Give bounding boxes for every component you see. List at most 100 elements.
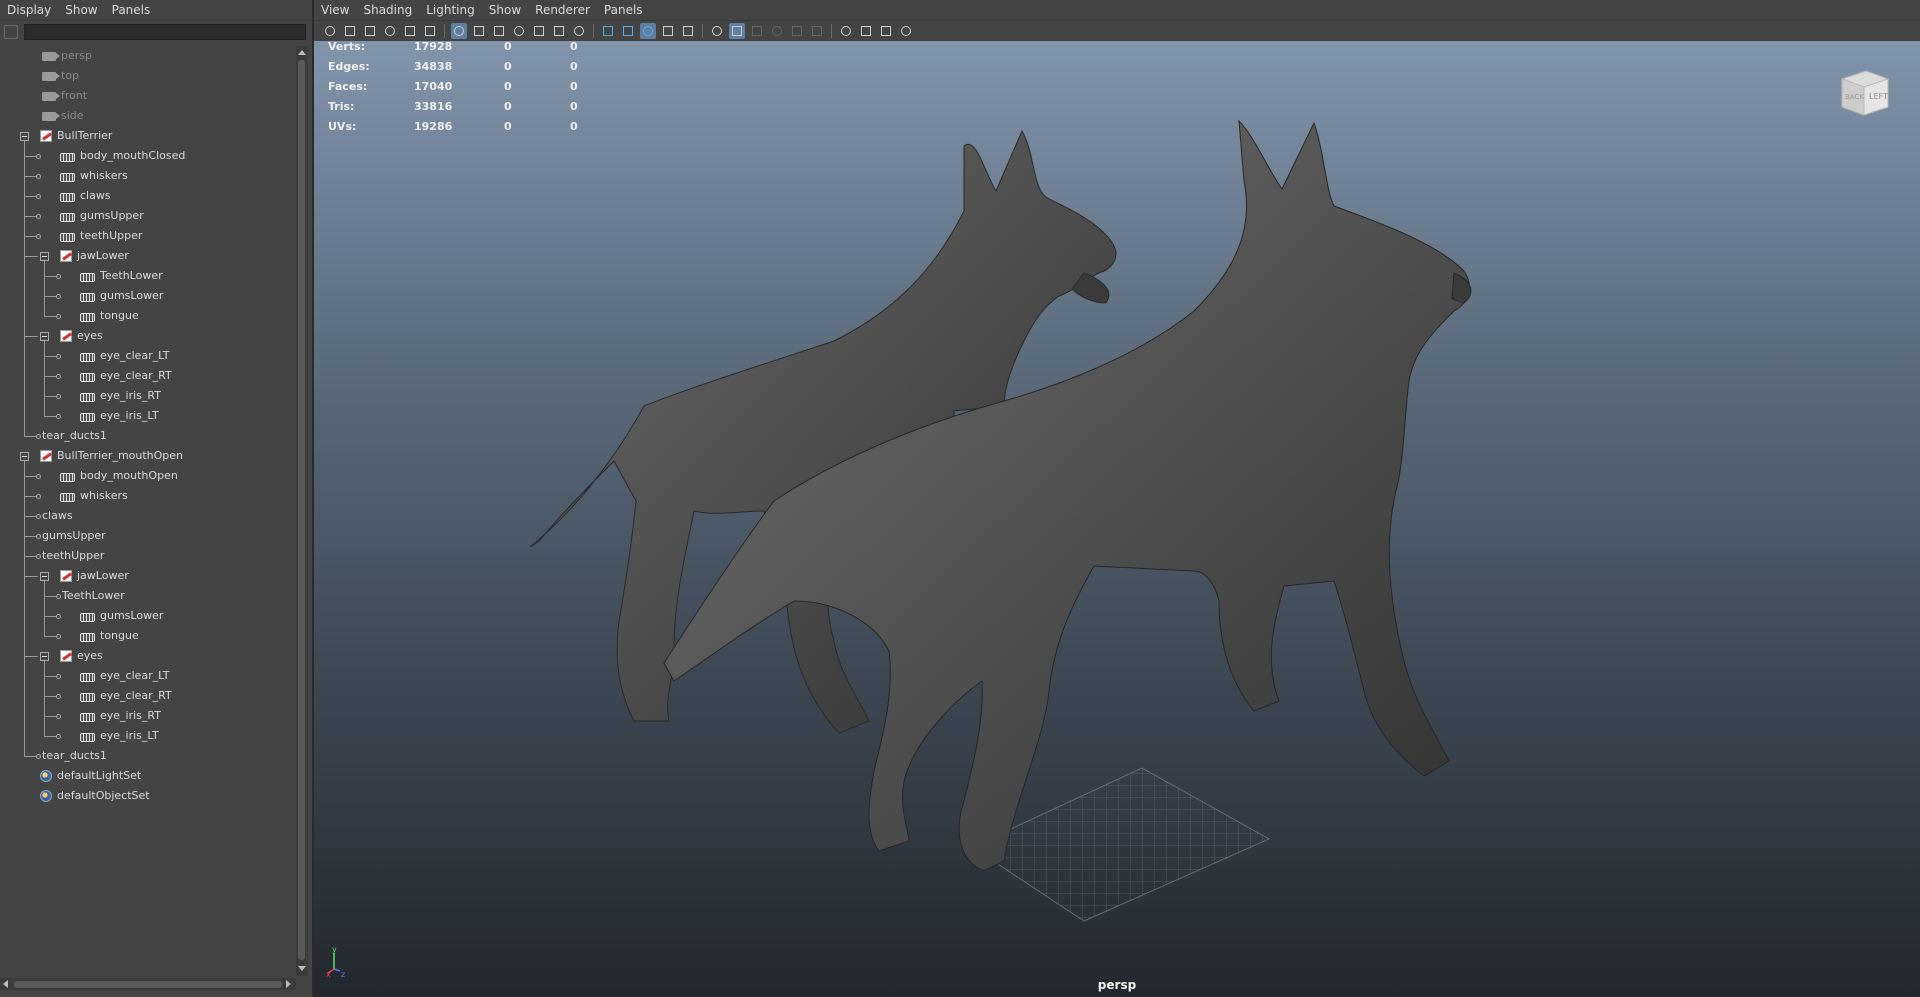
outliner-item[interactable]: gumsUpper (42, 526, 106, 546)
3d-viewport-canvas[interactable]: Verts: 17928 0 0 Edges: 34838 0 0 Faces: 17040 0 0 T… (314, 41, 1920, 997)
outliner-item[interactable]: teethUpper (42, 546, 104, 566)
grid-icon[interactable] (451, 23, 467, 39)
menu-show[interactable]: Show (58, 0, 104, 20)
menu-panels[interactable]: Panels (105, 0, 158, 20)
collapse-toggle-icon[interactable] (20, 132, 29, 141)
motion-blur-icon[interactable] (769, 23, 785, 39)
menu-show[interactable]: Show (482, 0, 528, 20)
outliner-horizontal-scrollbar[interactable] (0, 978, 296, 990)
field-chart-icon[interactable] (531, 23, 547, 39)
viewcube-face-left[interactable]: LEFT (1869, 92, 1888, 101)
textured-icon[interactable] (680, 23, 696, 39)
outliner-item[interactable]: top (42, 66, 79, 86)
outliner-item[interactable]: whiskers (60, 166, 128, 186)
outliner-item[interactable]: eyes (60, 326, 103, 346)
isolate-select-icon[interactable] (838, 23, 854, 39)
outliner-item[interactable]: front (42, 86, 87, 106)
outliner-item[interactable]: eye_iris_LT (80, 726, 159, 746)
collapse-toggle-icon[interactable] (20, 452, 29, 461)
xray-icon[interactable] (858, 23, 874, 39)
textured-icon-glyph (683, 26, 693, 36)
use-all-lights-icon[interactable] (709, 23, 725, 39)
menu-lighting[interactable]: Lighting (419, 0, 482, 20)
viewcube[interactable]: BACK LEFT (1834, 61, 1894, 121)
filter-icon[interactable] (4, 25, 18, 39)
outliner-item[interactable]: side (42, 106, 84, 126)
outliner-item[interactable]: gumsLower (80, 606, 163, 626)
resolution-gate-icon[interactable] (491, 23, 507, 39)
safe-action-icon[interactable] (551, 23, 567, 39)
outliner-item[interactable]: TeethLower (80, 266, 163, 286)
collapse-toggle-icon[interactable] (40, 652, 49, 661)
outliner-item[interactable]: eye_clear_RT (80, 366, 172, 386)
outliner-item[interactable]: jawLower (60, 566, 129, 586)
hud-triangles-value: 0 (570, 41, 578, 53)
outliner-item[interactable]: eye_clear_RT (80, 686, 172, 706)
multisample-aa-icon[interactable] (789, 23, 805, 39)
outliner-item[interactable]: eye_iris_LT (80, 406, 159, 426)
outliner-item[interactable]: teethUpper (60, 226, 142, 246)
outliner-item[interactable]: TeethLower (62, 586, 125, 606)
outliner-item[interactable]: gumsUpper (60, 206, 144, 226)
scroll-right-arrow-icon[interactable] (286, 980, 291, 988)
outliner-item[interactable]: eye_iris_RT (80, 706, 161, 726)
outliner-item[interactable]: defaultObjectSet (40, 786, 150, 806)
wireframe-icon[interactable] (600, 23, 616, 39)
outliner-item[interactable]: tongue (80, 306, 139, 326)
outliner-item[interactable]: eyes (60, 646, 103, 666)
outliner-item[interactable]: BullTerrier_mouthOpen (40, 446, 183, 466)
outliner-item[interactable]: claws (42, 506, 73, 526)
image-plane-icon[interactable] (382, 23, 398, 39)
bookmark-icon[interactable] (362, 23, 378, 39)
screen-space-ao-icon[interactable] (749, 23, 765, 39)
outliner-item[interactable]: jawLower (60, 246, 129, 266)
outliner-item[interactable]: eye_clear_LT (80, 346, 170, 366)
outliner-item[interactable]: persp (42, 46, 92, 66)
outliner-item[interactable]: eye_iris_RT (80, 386, 161, 406)
menu-view[interactable]: View (314, 0, 356, 20)
outliner-item[interactable]: body_mouthClosed (60, 146, 185, 166)
tree-node-dot (56, 594, 61, 599)
viewcube-face-back[interactable]: BACK (1845, 93, 1864, 101)
collapse-toggle-icon[interactable] (40, 252, 49, 261)
outliner-item[interactable]: whiskers (60, 486, 128, 506)
menu-shading[interactable]: Shading (356, 0, 419, 20)
outliner-item[interactable]: tongue (80, 626, 139, 646)
tree-node-dot (36, 214, 41, 219)
outliner-item[interactable]: tear_ducts1 (42, 746, 107, 766)
use-default-material-icon[interactable] (640, 23, 656, 39)
film-gate-icon[interactable] (471, 23, 487, 39)
outliner-item[interactable]: tear_ducts1 (42, 426, 107, 446)
outliner-item[interactable]: defaultLightSet (40, 766, 141, 786)
gate-mask-icon[interactable] (511, 23, 527, 39)
collapse-toggle-icon[interactable] (40, 332, 49, 341)
smooth-shade-icon[interactable] (620, 23, 636, 39)
outliner-vertical-scrollbar[interactable] (296, 46, 308, 976)
scroll-down-arrow-icon[interactable] (298, 966, 306, 971)
2d-pan-icon[interactable] (402, 23, 418, 39)
menu-panels[interactable]: Panels (597, 0, 650, 20)
depth-of-field-icon[interactable] (809, 23, 825, 39)
wireframe-on-shaded-icon[interactable] (660, 23, 676, 39)
camera-attributes-icon[interactable] (342, 23, 358, 39)
menu-display[interactable]: Display (0, 0, 58, 20)
safe-title-icon[interactable] (571, 23, 587, 39)
outliner-search-input[interactable] (24, 24, 306, 40)
scrollbar-thumb[interactable] (14, 981, 282, 988)
xray-joints-icon[interactable] (878, 23, 894, 39)
outliner-item[interactable]: body_mouthOpen (60, 466, 178, 486)
scroll-up-arrow-icon[interactable] (298, 50, 306, 55)
xray-components-icon[interactable] (898, 23, 914, 39)
scroll-left-arrow-icon[interactable] (3, 980, 8, 988)
grease-pencil-icon[interactable] (422, 23, 438, 39)
outliner-item[interactable]: eye_clear_LT (80, 666, 170, 686)
outliner-item[interactable]: claws (60, 186, 111, 206)
bookmark-icon-glyph (365, 26, 375, 36)
outliner-item[interactable]: gumsLower (80, 286, 163, 306)
collapse-toggle-icon[interactable] (40, 572, 49, 581)
select-camera-icon[interactable] (322, 23, 338, 39)
shadows-icon[interactable] (729, 23, 745, 39)
outliner-item[interactable]: BullTerrier (40, 126, 112, 146)
scrollbar-thumb[interactable] (298, 60, 305, 960)
menu-renderer[interactable]: Renderer (528, 0, 597, 20)
